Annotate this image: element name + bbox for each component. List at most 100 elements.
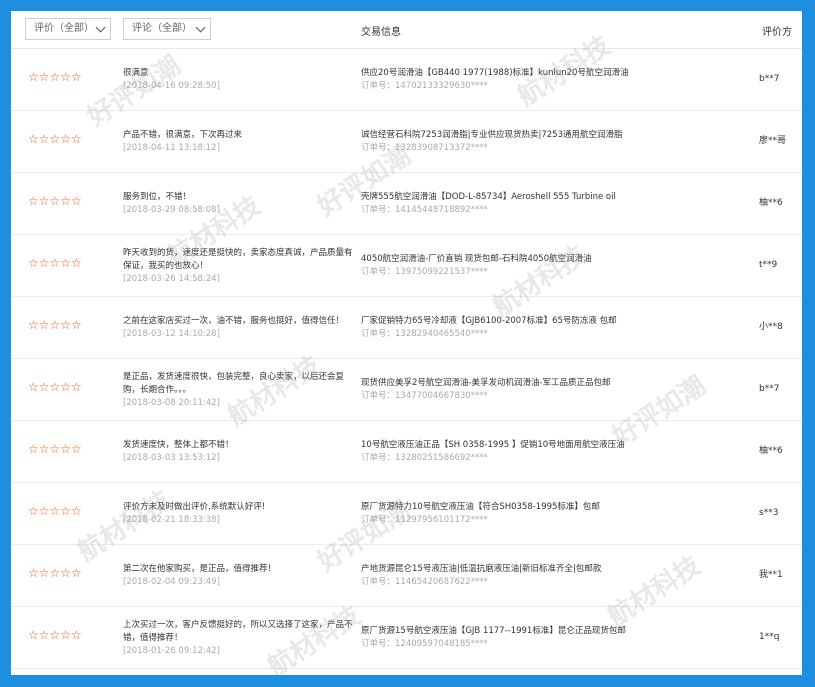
review-panel: 评价（全部） 评论（全部） 交易信息 评价方 ☆☆☆☆☆ 很满意 [2018-04-… bbox=[11, 11, 802, 675]
review-comment: 服务到位，不错！ [2018-03-29 08:58:08] bbox=[123, 191, 359, 217]
order-number: 订单号：12409597048185**** bbox=[361, 639, 488, 649]
rater-name: 柚**6 bbox=[759, 446, 783, 456]
review-text: 很满意 bbox=[123, 68, 149, 78]
order-number: 订单号：11297956101172**** bbox=[361, 515, 488, 525]
review-date: [2018-02-21 18:33:38] bbox=[123, 515, 220, 525]
rater-name: b**7 bbox=[759, 74, 780, 84]
table-row: ☆☆☆☆☆ 是正品，发货速度很快，包装完整，良心卖家，以后还会复购，长期合作。。。… bbox=[11, 359, 802, 421]
order-number: 订单号：13282940465540**** bbox=[361, 329, 488, 339]
rating-filter-dropdown[interactable]: 评价（全部） bbox=[25, 18, 111, 40]
review-text: 昨天收到的货，速度还是挺快的，卖家态度真诚，产品质量有保证，我买的也放心！ bbox=[123, 248, 353, 271]
product-link[interactable]: 现货供应美孚2号航空润滑油-美孚发动机润滑油-军工品质正品包邮 bbox=[361, 377, 741, 390]
review-date: [2018-02-04 09:23:49] bbox=[123, 577, 220, 587]
rater-name: b**7 bbox=[759, 384, 780, 394]
review-date: [2018-03-12 14:10:28] bbox=[123, 329, 220, 339]
star-rating: ☆☆☆☆☆ bbox=[28, 566, 82, 580]
trade-info: 原厂货源特力10号航空液压油【符合SH0358-1995标准】包邮 订单号：112… bbox=[361, 501, 741, 527]
product-link[interactable]: 产地货源昆仑15号液压油|低温抗磨液压油|新旧标准齐全|包邮款 bbox=[361, 563, 741, 576]
review-text: 之前在这家店买过一次，油不错，服务也挺好，值得信任！ bbox=[123, 316, 345, 326]
order-number: 订单号：13477004667830**** bbox=[361, 391, 488, 401]
review-comment: 评价方未及时做出评价,系统默认好评! [2018-02-21 18:33:38] bbox=[123, 501, 359, 527]
review-text: 发货速度快，整体上都不错！ bbox=[123, 440, 234, 450]
table-header: 评价（全部） 评论（全部） 交易信息 评价方 bbox=[11, 11, 802, 49]
table-row: ☆☆☆☆☆ 发货速度快，整体上都不错！ [2018-03-03 13:53:12] 1… bbox=[11, 421, 802, 483]
rater-name: 1**q bbox=[759, 632, 780, 642]
star-rating: ☆☆☆☆☆ bbox=[28, 256, 82, 270]
trade-info: 原厂货源15号航空液压油【GJB 1177--1991标准】昆仑正品现货包邮 订单… bbox=[361, 625, 741, 651]
review-date: [2018-01-26 09:12:42] bbox=[123, 646, 220, 656]
review-date: [2018-03-26 14:58:24] bbox=[123, 274, 220, 284]
table-row: ☆☆☆☆☆ 昨天收到的货，速度还是挺快的，卖家态度真诚，产品质量有保证，我买的也放… bbox=[11, 235, 802, 297]
product-link[interactable]: 厂家促销特力65号冷却液【GJB6100-2007标准】65号防冻液 包邮 bbox=[361, 315, 741, 328]
order-number: 订单号：14702133329630**** bbox=[361, 81, 488, 91]
review-date: [2018-03-08 20:11:42] bbox=[123, 398, 220, 408]
review-comment: 发货速度快，整体上都不错！ [2018-03-03 13:53:12] bbox=[123, 439, 359, 465]
chevron-down-icon bbox=[95, 22, 106, 33]
order-number: 订单号：13975099221537**** bbox=[361, 267, 488, 277]
order-number: 订单号：13280251586692**** bbox=[361, 453, 488, 463]
review-text: 上次买过一次，客户反馈挺好的，所以又选择了这家，产品不错，值得推荐！ bbox=[123, 620, 353, 643]
table-row: ☆☆☆☆☆ 评价方未及时做出评价,系统默认好评! [2018-02-21 18:33… bbox=[11, 483, 802, 545]
review-text: 产品不错，很满意，下次再过来 bbox=[123, 130, 243, 140]
review-comment: 之前在这家店买过一次，油不错，服务也挺好，值得信任！ [2018-03-12 14… bbox=[123, 315, 359, 341]
order-number: 订单号：11465420687622**** bbox=[361, 577, 488, 587]
trade-info: 诚信经营石科院7253润滑脂|专业供应现货热卖|7253通用航空润滑脂 订单号：1… bbox=[361, 129, 741, 155]
review-comment: 第二次在他家购买，是正品，值得推荐！ [2018-02-04 09:23:49] bbox=[123, 563, 359, 589]
review-text: 服务到位，不错！ bbox=[123, 192, 192, 202]
order-number: 订单号：14145448718892**** bbox=[361, 205, 488, 215]
review-comment: 是正品，发货速度很快，包装完整，良心卖家，以后还会复购，长期合作。。。 [2018… bbox=[123, 371, 359, 410]
star-rating: ☆☆☆☆☆ bbox=[28, 380, 82, 394]
product-link[interactable]: 原厂货源特力10号航空液压油【符合SH0358-1995标准】包邮 bbox=[361, 501, 741, 514]
product-link[interactable]: 诚信经营石科院7253润滑脂|专业供应现货热卖|7253通用航空润滑脂 bbox=[361, 129, 741, 142]
review-comment: 产品不错，很满意，下次再过来 [2018-04-11 13:18:12] bbox=[123, 129, 359, 155]
star-rating: ☆☆☆☆☆ bbox=[28, 318, 82, 332]
product-link[interactable]: 4050航空润滑油-厂价直销 现货包邮-石科院4050航空润滑油 bbox=[361, 253, 741, 266]
product-link[interactable]: 原厂货源15号航空液压油【GJB 1177--1991标准】昆仑正品现货包邮 bbox=[361, 625, 741, 638]
rating-filter-label: 评价（全部） bbox=[34, 23, 94, 34]
table-row: ☆☆☆☆☆ 之前在这家店买过一次，油不错，服务也挺好，值得信任！ [2018-03-… bbox=[11, 297, 802, 359]
star-rating: ☆☆☆☆☆ bbox=[28, 442, 82, 456]
review-date: [2018-04-11 13:18:12] bbox=[123, 143, 220, 153]
review-comment: 很满意 [2018-04-16 09:28:50] bbox=[123, 67, 359, 93]
table-row: ☆☆☆☆☆ 上次买过一次，客户反馈挺好的，所以又选择了这家，产品不错，值得推荐！ [… bbox=[11, 607, 802, 669]
rater-name: 小**8 bbox=[759, 322, 783, 332]
star-rating: ☆☆☆☆☆ bbox=[28, 132, 82, 146]
comment-filter-label: 评论（全部） bbox=[132, 23, 192, 34]
comment-filter-dropdown[interactable]: 评论（全部） bbox=[123, 18, 211, 40]
trade-info: 现货供应美孚2号航空润滑油-美孚发动机润滑油-军工品质正品包邮 订单号：13477… bbox=[361, 377, 741, 403]
trade-info: 供应20号润滑油【GB440 1977(1988)标准】kunlun20号航空润… bbox=[361, 67, 741, 93]
star-rating: ☆☆☆☆☆ bbox=[28, 504, 82, 518]
review-text: 第二次在他家购买，是正品，值得推荐！ bbox=[123, 564, 277, 574]
product-link[interactable]: 10号航空液压油正品【SH 0358-1995 】促销10号地面用航空液压油 bbox=[361, 439, 741, 452]
rater-header: 评价方 bbox=[762, 27, 792, 38]
rater-name: 我**1 bbox=[759, 570, 783, 580]
table-row: ☆☆☆☆☆ 第二次在他家购买，是正品，值得推荐！ [2018-02-04 09:23… bbox=[11, 545, 802, 607]
review-comment: 昨天收到的货，速度还是挺快的，卖家态度真诚，产品质量有保证，我买的也放心！ [20… bbox=[123, 247, 359, 286]
trade-info: 厂家促销特力65号冷却液【GJB6100-2007标准】65号防冻液 包邮 订单号… bbox=[361, 315, 741, 341]
review-comment: 上次买过一次，客户反馈挺好的，所以又选择了这家，产品不错，值得推荐！ [2018-… bbox=[123, 619, 359, 658]
table-row: ☆☆☆☆☆ 产品不错，很满意，下次再过来 [2018-04-11 13:18:12]… bbox=[11, 111, 802, 173]
trade-info-header: 交易信息 bbox=[361, 27, 401, 38]
star-rating: ☆☆☆☆☆ bbox=[28, 628, 82, 642]
table-row: ☆☆☆☆☆ 服务到位，不错！ [2018-03-29 08:58:08] 壳牌555航… bbox=[11, 173, 802, 235]
product-link[interactable]: 壳牌555航空润滑油【DOD-L-85734】Aeroshell 555 Tur… bbox=[361, 191, 741, 204]
rater-name: t**9 bbox=[759, 260, 778, 270]
review-date: [2018-04-16 09:28:50] bbox=[123, 81, 220, 91]
trade-info: 产地货源昆仑15号液压油|低温抗磨液压油|新旧标准齐全|包邮款 订单号：11465… bbox=[361, 563, 741, 589]
trade-info: 10号航空液压油正品【SH 0358-1995 】促销10号地面用航空液压油 订单… bbox=[361, 439, 741, 465]
trade-info: 4050航空润滑油-厂价直销 现货包邮-石科院4050航空润滑油 订单号：1397… bbox=[361, 253, 741, 279]
star-rating: ☆☆☆☆☆ bbox=[28, 194, 82, 208]
chevron-down-icon bbox=[195, 22, 206, 33]
review-date: [2018-03-03 13:53:12] bbox=[123, 453, 220, 463]
product-link[interactable]: 供应20号润滑油【GB440 1977(1988)标准】kunlun20号航空润… bbox=[361, 67, 741, 80]
review-text: 是正品，发货速度很快，包装完整，良心卖家，以后还会复购，长期合作。。。 bbox=[123, 372, 345, 395]
trade-info: 壳牌555航空润滑油【DOD-L-85734】Aeroshell 555 Tur… bbox=[361, 191, 741, 217]
rater-name: s**3 bbox=[759, 508, 779, 518]
rater-name: 廖**哥 bbox=[759, 136, 787, 146]
table-row: ☆☆☆☆☆ 很满意 [2018-04-16 09:28:50] 供应20号润滑油【GB… bbox=[11, 49, 802, 111]
star-rating: ☆☆☆☆☆ bbox=[28, 70, 82, 84]
review-date: [2018-03-29 08:58:08] bbox=[123, 205, 220, 215]
rater-name: 柚**6 bbox=[759, 198, 783, 208]
review-text: 评价方未及时做出评价,系统默认好评! bbox=[123, 502, 266, 512]
order-number: 订单号：13283908713372**** bbox=[361, 143, 488, 153]
